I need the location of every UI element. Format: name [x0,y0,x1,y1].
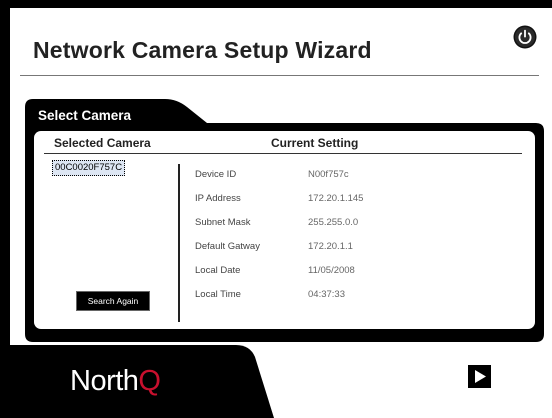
ip-address-value: 172.20.1.145 [308,193,364,204]
title-divider [20,75,539,76]
logo-text: North [70,365,139,397]
device-id-label: Device ID [195,169,237,180]
current-setting-header: Current Setting [271,136,359,150]
column-divider [178,164,180,322]
northq-logo: NorthQ [70,365,161,398]
default-gateway-label: Default Gatway [195,241,260,252]
logo-accent: Q [138,365,161,397]
panel-title: Select Camera [38,108,132,123]
device-id-value: N00f757c [308,169,349,180]
select-camera-panel: Select Camera Selected Camera Current Se… [25,99,544,342]
ip-address-label: IP Address [195,193,241,204]
local-date-value: 11/05/2008 [308,265,355,276]
search-again-button[interactable]: Search Again [76,291,150,311]
header-divider [44,153,522,154]
local-time-label: Local Time [195,289,241,300]
play-arrow-icon [468,365,491,388]
next-button[interactable] [468,365,491,388]
local-time-value: 04:37:33 [308,289,345,300]
power-icon [513,25,537,49]
wizard-window: Network Camera Setup Wizard Select Camer… [10,8,552,418]
camera-list-item[interactable]: 00C0020F757C [52,160,126,176]
selected-camera-header: Selected Camera [54,136,151,150]
panel-content: Selected Camera Current Setting 00C0020F… [34,131,535,329]
subnet-mask-value: 255.255.0.0 [308,217,359,228]
default-gateway-value: 172.20.1.1 [308,241,353,252]
local-date-label: Local Date [195,265,241,276]
subnet-mask-label: Subnet Mask [195,217,251,228]
page-title: Network Camera Setup Wizard [33,37,372,63]
power-button[interactable] [513,25,537,49]
